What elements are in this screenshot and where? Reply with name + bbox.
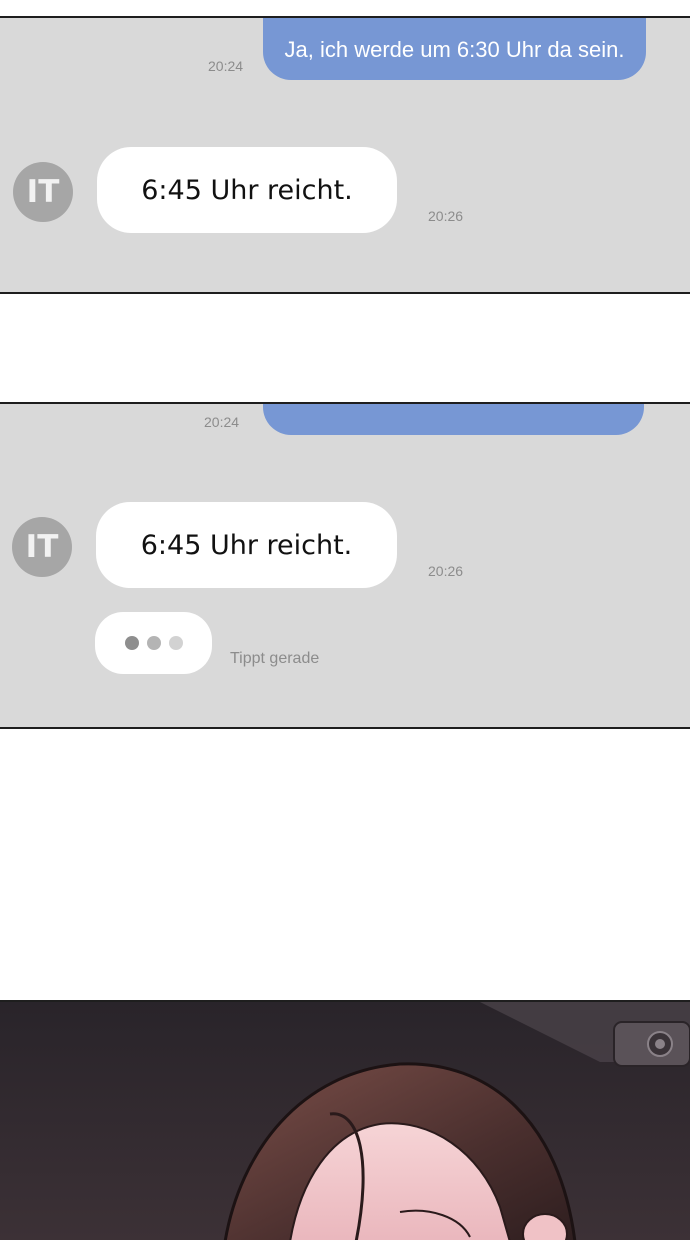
typing-indicator-bubble <box>95 612 212 674</box>
outgoing-message-bubble-cropped[interactable] <box>263 404 644 435</box>
incoming-timestamp: 20:26 <box>428 563 464 579</box>
incoming-message-text: 6:45 Uhr reicht. <box>140 529 353 561</box>
outgoing-message-text: Ja, ich werde um 6:30 Uhr da sein. <box>284 37 625 62</box>
illustration-scene <box>0 1002 690 1240</box>
avatar-initials: IT <box>26 174 60 210</box>
illustration-panel <box>0 1000 690 1240</box>
typing-dot-3 <box>168 636 183 650</box>
chat-panel-1: Ja, ich werde um 6:30 Uhr da sein. 20:24… <box>0 16 690 294</box>
outgoing-timestamp: 20:24 <box>204 414 240 430</box>
outgoing-message-bubble[interactable]: Ja, ich werde um 6:30 Uhr da sein. <box>263 18 646 80</box>
contact-avatar[interactable]: IT <box>12 517 72 577</box>
typing-status-label: Tippt gerade <box>230 650 320 667</box>
ceiling-vent-icon <box>613 1021 690 1067</box>
incoming-message-bubble[interactable]: 6:45 Uhr reicht. <box>96 502 397 588</box>
avatar-initials: IT <box>25 529 59 565</box>
contact-avatar[interactable]: IT <box>13 162 73 222</box>
typing-dot-1 <box>124 636 139 650</box>
incoming-message-bubble[interactable]: 6:45 Uhr reicht. <box>97 147 397 233</box>
incoming-timestamp: 20:26 <box>428 208 464 224</box>
typing-dot-2 <box>146 636 161 650</box>
outgoing-timestamp: 20:24 <box>208 58 244 74</box>
chat-panel-2: 20:24 IT 6:45 Uhr reicht. 20:26 Tippt ge… <box>0 402 690 729</box>
incoming-message-text: 6:45 Uhr reicht. <box>141 174 353 206</box>
